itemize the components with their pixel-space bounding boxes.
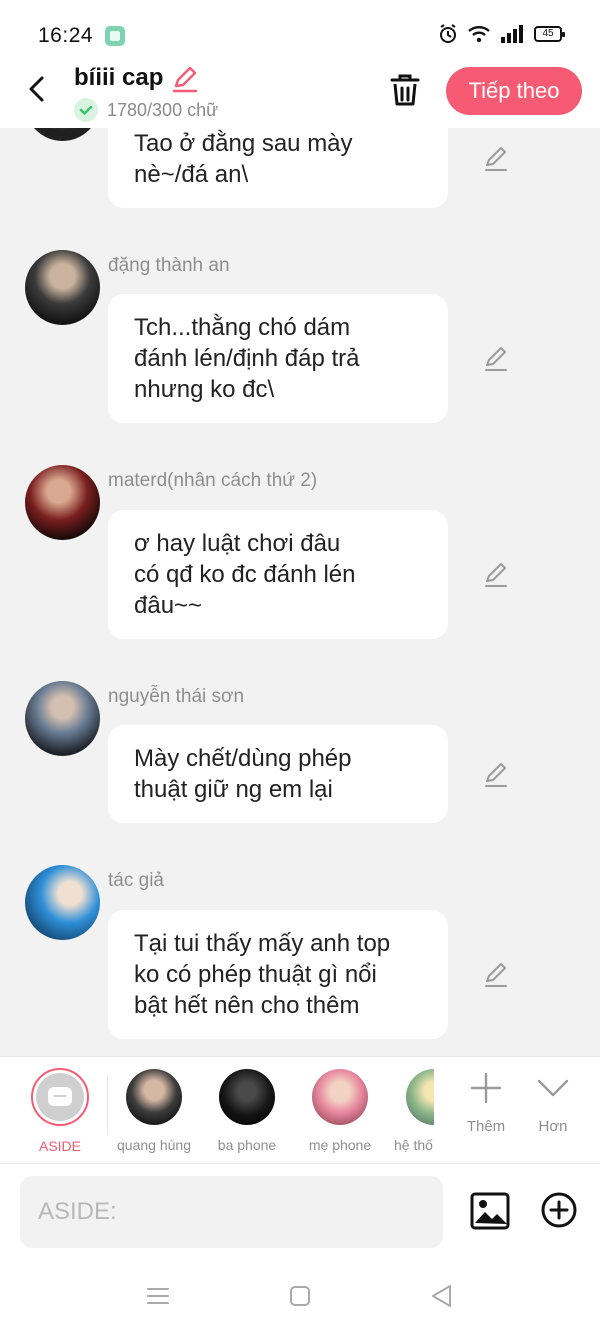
avatar[interactable] (25, 465, 100, 540)
status-time: 16:24 (38, 24, 94, 47)
trash-icon[interactable] (388, 72, 422, 108)
character-item[interactable]: mẹ phone (297, 1069, 383, 1153)
avatar[interactable] (25, 128, 100, 141)
message-text: nè~/đá an\ (134, 161, 249, 188)
sender-name: tác giả (108, 870, 164, 891)
avatar (312, 1069, 368, 1125)
edit-message-icon[interactable] (482, 145, 510, 173)
message-text: đánh lén/định đáp trả (134, 345, 360, 372)
add-circle-icon[interactable] (540, 1191, 578, 1229)
signal-icon (501, 25, 523, 43)
message-bubble[interactable]: ơ hay luật chơi đâu có qđ ko đc đánh lén… (108, 510, 448, 639)
back-triangle-icon[interactable] (429, 1283, 455, 1309)
character-item[interactable]: quang hùng (111, 1069, 197, 1153)
avatar (126, 1069, 182, 1125)
menu-icon[interactable] (145, 1283, 171, 1309)
character-label: ASIDE (38, 1138, 81, 1154)
message-text: Mày chết/dùng phép (134, 745, 352, 772)
character-label: ba phone (217, 1137, 277, 1153)
message-text: nhưng ko đc\ (134, 376, 275, 403)
back-button[interactable] (20, 72, 54, 106)
message-text: có qđ ko đc đánh lén (134, 561, 356, 588)
message-bubble[interactable]: Mày chết/dùng phép thuật giữ ng em lại (108, 725, 448, 823)
chevron-down-icon (537, 1079, 569, 1097)
battery-icon: 45 (534, 26, 565, 42)
message-bubble[interactable]: Tại tui thấy mấy anh top ko có phép thuậ… (108, 910, 448, 1039)
edit-message-icon[interactable] (482, 345, 510, 373)
home-square-icon[interactable] (287, 1283, 313, 1309)
message-bubble[interactable]: Tao ở đằng sau mày nè~/đá an\ (108, 128, 448, 208)
composer (0, 1164, 600, 1261)
avatar[interactable] (25, 681, 100, 756)
character-label: mẹ phone (308, 1137, 372, 1153)
message-input[interactable] (20, 1176, 443, 1248)
character-selector: ASIDE quang hùng ba phone mẹ phone hệ th… (0, 1056, 600, 1164)
app-notification-icon (105, 26, 125, 46)
message-text: Tch...thằng chó dám (134, 314, 351, 341)
wifi-icon (468, 26, 490, 43)
expand-label: Hơn (538, 1118, 568, 1135)
character-label: hệ thố (394, 1137, 433, 1153)
sender-name: nguyễn thái sơn (108, 686, 245, 707)
message-text: Tao ở đằng sau mày (134, 130, 353, 157)
status-bar: 16:24 45 (0, 0, 600, 64)
chat-bubble-icon (36, 1073, 84, 1121)
aside-selected-ring (31, 1068, 89, 1126)
message-text: bật hết nên cho thêm (134, 992, 360, 1019)
avatar (219, 1069, 275, 1125)
character-label: quang hùng (117, 1137, 191, 1153)
sender-name: đặng thành an (108, 255, 230, 276)
alarm-icon (440, 24, 456, 43)
message-bubble[interactable]: Tch...thằng chó dám đánh lén/định đáp tr… (108, 294, 448, 423)
next-button[interactable]: Tiếp theo (446, 67, 582, 115)
avatar[interactable] (25, 250, 100, 325)
message-text: đâu~~ (134, 592, 203, 619)
character-item[interactable]: ba phone (204, 1069, 290, 1153)
edit-title-icon[interactable] (170, 64, 200, 94)
expand-characters-button[interactable]: Hơn (523, 1071, 583, 1135)
verified-check-icon (74, 98, 98, 122)
word-count: 1780/300 chữ (107, 100, 219, 120)
edit-message-icon[interactable] (482, 961, 510, 989)
divider (107, 1075, 108, 1135)
message-text: ơ hay luật chơi đâu (134, 530, 341, 557)
sender-name: materd(nhân cách thứ 2) (108, 470, 318, 491)
edit-message-icon[interactable] (482, 561, 510, 589)
edit-message-icon[interactable] (482, 761, 510, 789)
image-icon[interactable] (470, 1191, 510, 1231)
message-text: thuật giữ ng em lại (134, 776, 333, 803)
more-label: Thêm (466, 1118, 506, 1135)
message-text: ko có phép thuật gì nổi (134, 961, 377, 988)
avatar[interactable] (25, 865, 100, 940)
avatar (406, 1069, 434, 1125)
system-nav-bar (0, 1261, 600, 1333)
character-item[interactable]: hệ thố (386, 1069, 434, 1153)
plus-icon (470, 1072, 502, 1104)
status-icons: 45 (438, 24, 565, 44)
story-title: bíiii cap (74, 64, 164, 91)
editor-header: bíiii cap 1780/300 chữ Tiếp theo (0, 64, 600, 128)
chat-list[interactable]: Tao ở đằng sau mày nè~/đá an\ đặng thành… (0, 128, 600, 1056)
add-character-button[interactable]: Thêm (456, 1071, 516, 1135)
message-text: Tại tui thấy mấy anh top (134, 930, 391, 957)
character-aside[interactable]: ASIDE (17, 1068, 103, 1154)
